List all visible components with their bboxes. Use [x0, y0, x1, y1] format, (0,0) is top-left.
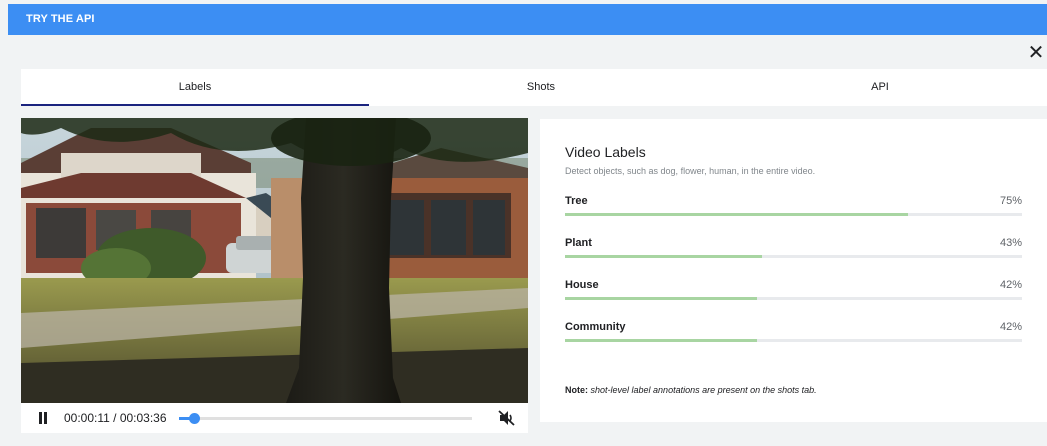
tab-bar: Labels Shots API: [21, 69, 1047, 106]
video-labels-panel: Video Labels Detect objects, such as dog…: [540, 119, 1047, 422]
volume-off-icon[interactable]: [498, 410, 516, 426]
label-percent: 42%: [999, 321, 1022, 333]
video-frame[interactable]: [21, 118, 528, 403]
note-text: shot-level label annotations are present…: [590, 385, 817, 395]
label-row[interactable]: Plant 43%: [565, 237, 1022, 279]
confidence-bar: [565, 213, 1022, 216]
time-display: 00:00:11 / 00:03:36: [64, 411, 167, 425]
label-list: Tree 75% Plant 43% House 42% Community 4…: [565, 195, 1022, 363]
label-name: Community: [565, 321, 626, 333]
confidence-bar-fill: [565, 339, 757, 342]
dialog-header: TRY THE API: [8, 4, 1047, 35]
video-frame-image: [21, 118, 528, 403]
panel-title: Video Labels: [565, 144, 646, 160]
dialog-title: TRY THE API: [26, 13, 95, 25]
label-row[interactable]: Community 42%: [565, 321, 1022, 363]
tab-api[interactable]: API: [713, 69, 1047, 106]
note-label: Note:: [565, 385, 588, 395]
note: Note: shot-level label annotations are p…: [565, 385, 817, 395]
confidence-bar: [565, 255, 1022, 258]
close-icon[interactable]: ✕: [1027, 42, 1045, 64]
label-row[interactable]: House 42%: [565, 279, 1022, 321]
seek-slider[interactable]: [179, 413, 472, 424]
label-percent: 42%: [999, 279, 1022, 291]
label-percent: 75%: [999, 195, 1022, 207]
panel-subtitle: Detect objects, such as dog, flower, hum…: [565, 166, 816, 176]
confidence-bar: [565, 339, 1022, 342]
video-controls: 00:00:11 / 00:03:36: [21, 403, 528, 433]
label-name: Tree: [565, 195, 588, 207]
confidence-bar-fill: [565, 255, 762, 258]
tab-labels[interactable]: Labels: [21, 69, 369, 106]
confidence-bar-fill: [565, 297, 757, 300]
pause-icon[interactable]: [37, 412, 49, 424]
seek-handle[interactable]: [188, 413, 200, 424]
confidence-bar: [565, 297, 1022, 300]
label-name: House: [565, 279, 599, 291]
label-name: Plant: [565, 237, 592, 249]
label-row[interactable]: Tree 75%: [565, 195, 1022, 237]
confidence-bar-fill: [565, 213, 908, 216]
tab-shots[interactable]: Shots: [369, 69, 713, 106]
label-percent: 43%: [999, 237, 1022, 249]
